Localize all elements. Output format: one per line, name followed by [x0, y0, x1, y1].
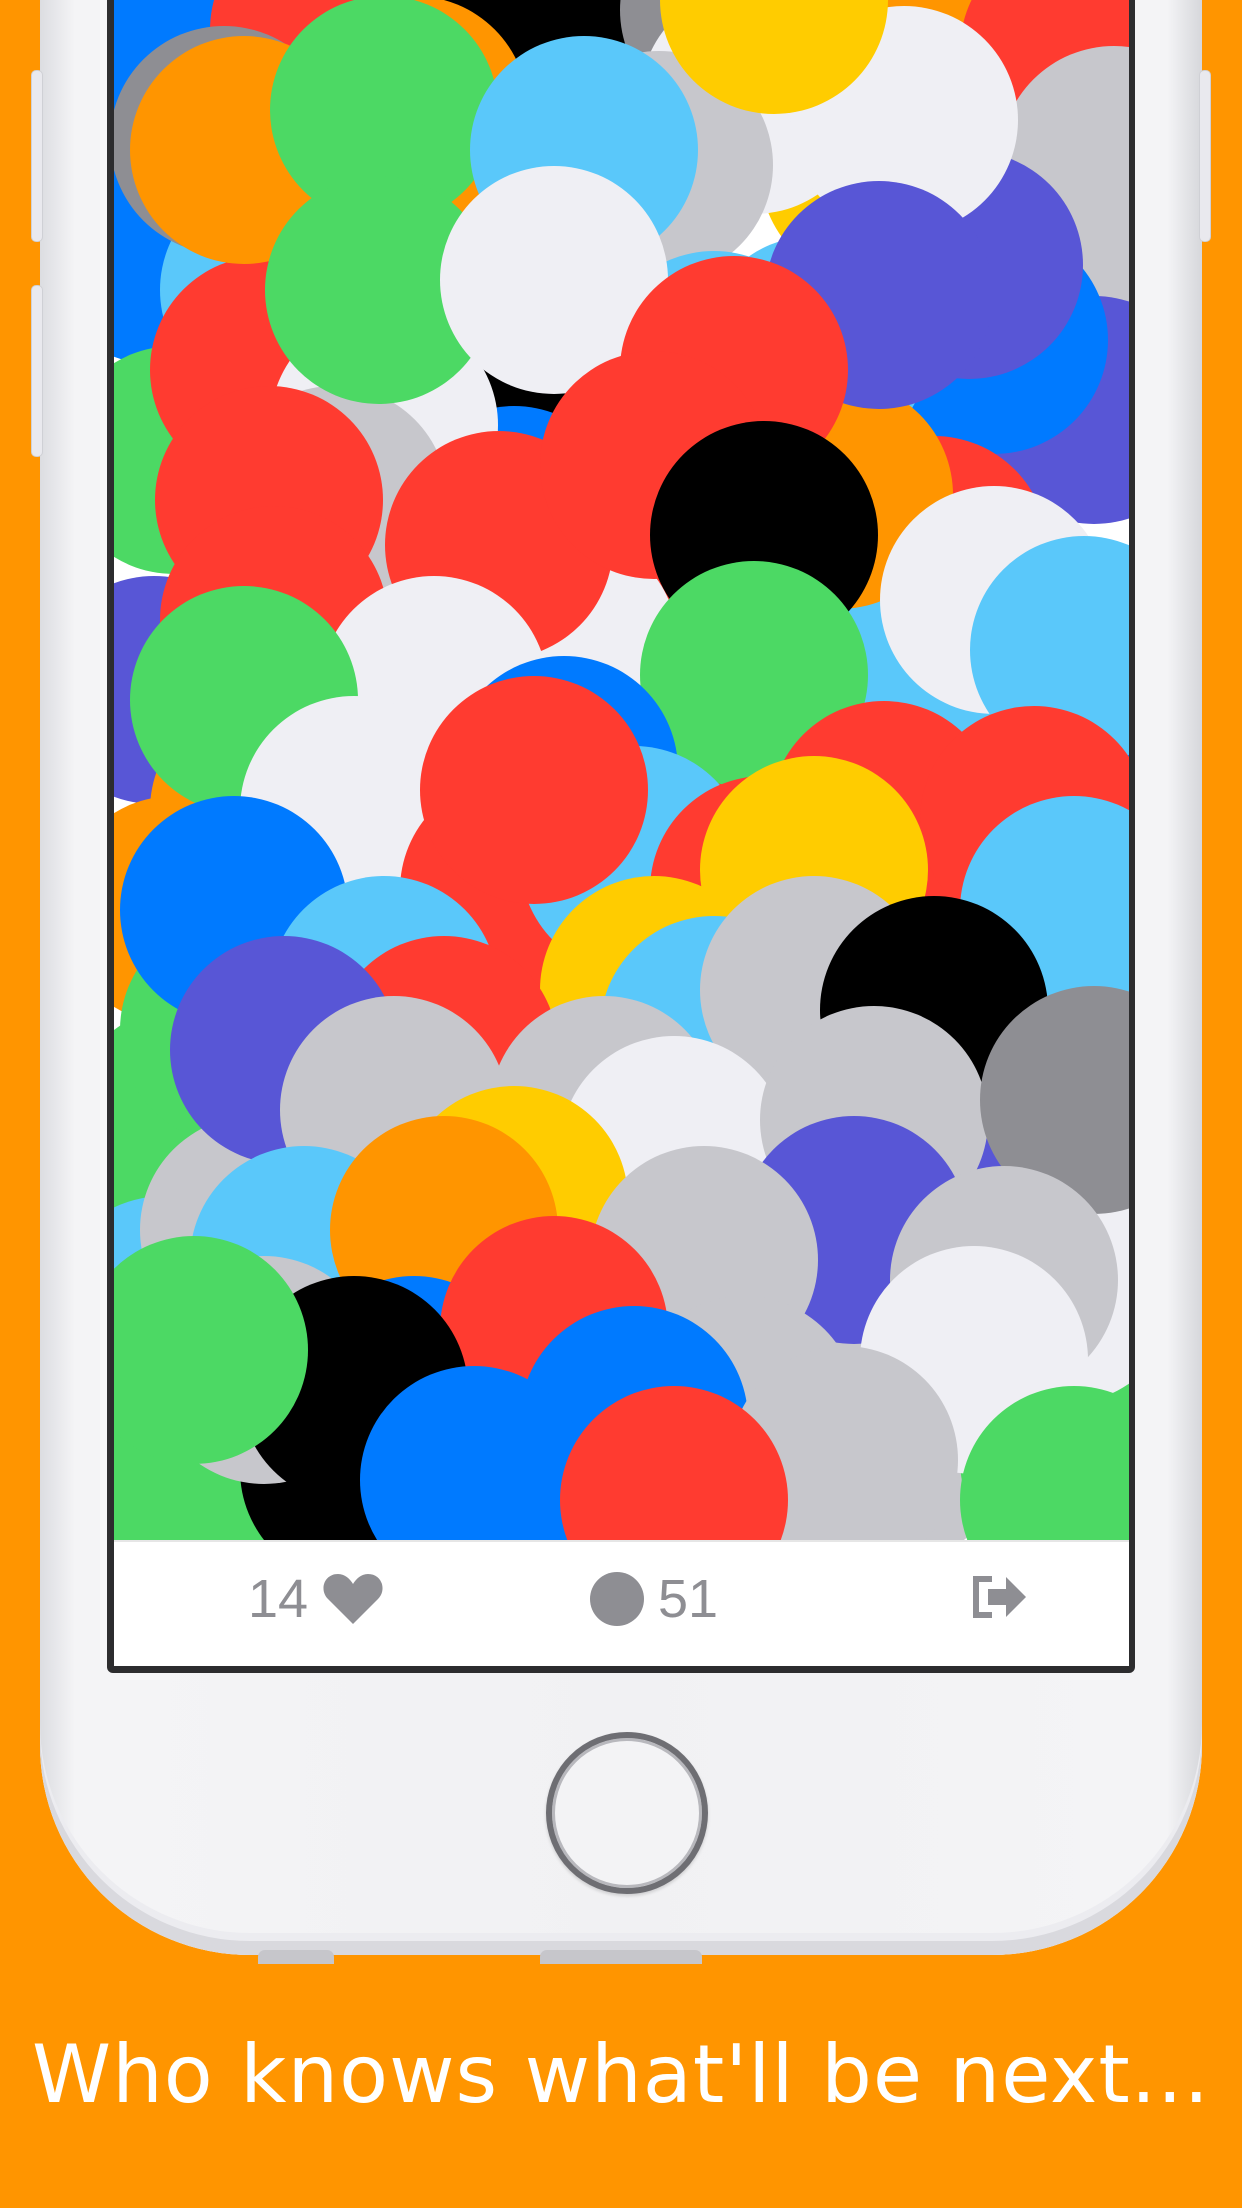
app-screen: 14 51: [114, 0, 1129, 1666]
circles-count: 51: [658, 1569, 719, 1629]
color-circle: [420, 676, 648, 904]
volume-down-button: [31, 285, 43, 457]
like-button[interactable]: 14: [248, 1568, 384, 1630]
heart-icon: [323, 1574, 383, 1624]
circles-counter: 51: [590, 1568, 718, 1630]
share-button[interactable]: [970, 1572, 1028, 1634]
circles-drawing: [114, 0, 1129, 1540]
share-icon: [973, 1576, 1026, 1618]
bottom-toolbar: 14 51: [114, 1540, 1129, 1666]
circle-canvas[interactable]: [114, 0, 1129, 1540]
caption: Who knows what'll be next...: [31, 2028, 1211, 2121]
volume-up-button: [31, 70, 43, 242]
likes-count: 14: [248, 1569, 309, 1629]
power-button: [1199, 70, 1211, 242]
circle-icon: [590, 1572, 644, 1626]
lightning-port: [540, 1950, 702, 1964]
home-button[interactable]: [546, 1732, 708, 1894]
speaker-grill: [258, 1950, 334, 1964]
